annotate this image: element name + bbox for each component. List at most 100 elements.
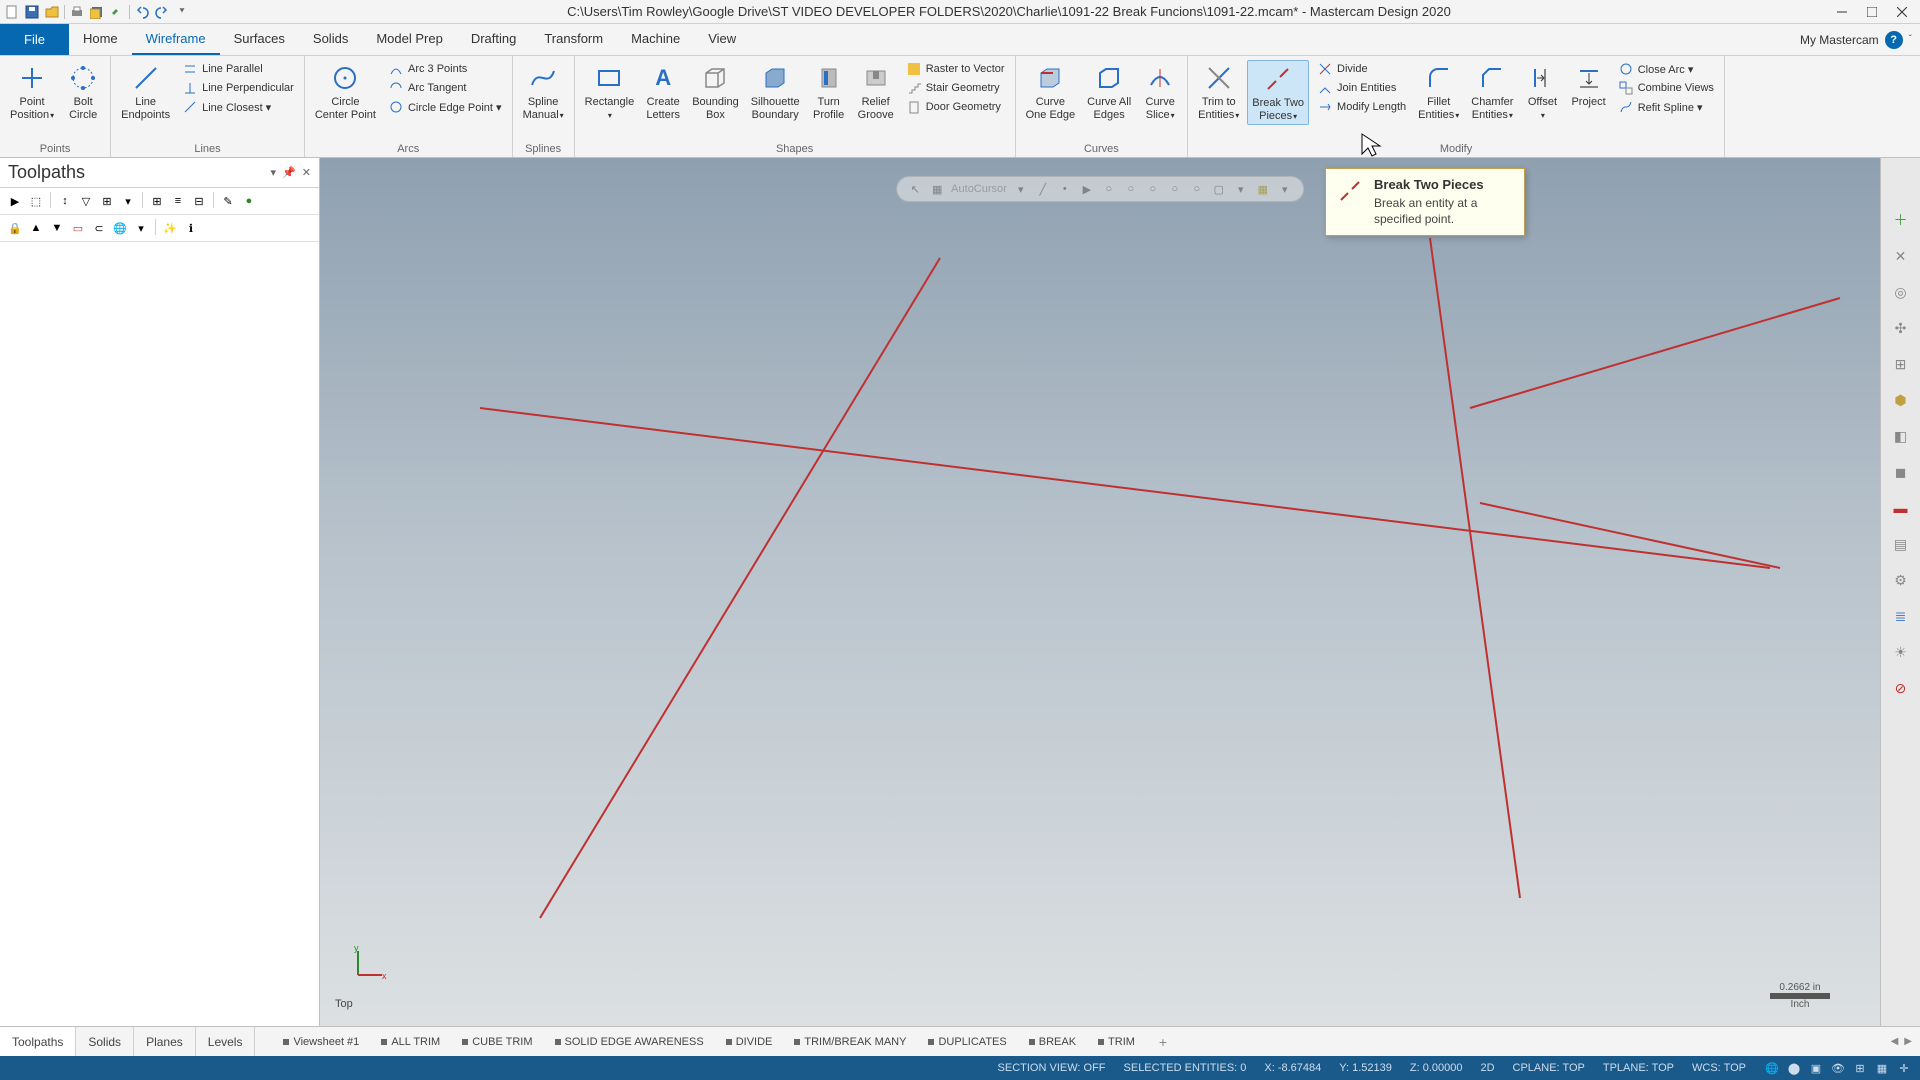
tab-transform[interactable]: Transform xyxy=(530,24,617,55)
floating-selection-bar[interactable]: ↖ ▦ AutoCursor ▾ ╱ • ▶ ○ ○ ○ ○ ○ ▢ ▾ ▦ ▾ xyxy=(896,176,1304,202)
vs-add-button[interactable]: + xyxy=(1149,1034,1177,1050)
line-endpoints-button[interactable]: LineEndpoints xyxy=(117,60,174,123)
combine-views-button[interactable]: Combine Views xyxy=(1614,79,1718,97)
tb-info-icon[interactable]: ℹ xyxy=(182,219,200,237)
tb-select-icon[interactable]: ▶ xyxy=(6,192,24,210)
vs-tab-1[interactable]: Viewsheet #1 xyxy=(275,1032,367,1052)
tb-globe-icon[interactable]: 🌐 xyxy=(111,219,129,237)
curve-one-edge-button[interactable]: CurveOne Edge xyxy=(1022,60,1080,123)
relief-groove-button[interactable]: ReliefGroove xyxy=(854,60,898,123)
fb-cube-icon[interactable]: ▦ xyxy=(929,181,945,197)
offset-button[interactable]: Offset▾ xyxy=(1521,60,1563,123)
create-letters-button[interactable]: A CreateLetters xyxy=(642,60,684,123)
arc-3-points-button[interactable]: Arc 3 Points xyxy=(384,60,506,78)
doctab-levels[interactable]: Levels xyxy=(196,1027,256,1056)
fillet-entities-button[interactable]: FilletEntities▾ xyxy=(1414,60,1463,123)
scroll-right-icon[interactable]: ▶ xyxy=(1904,1036,1912,1047)
st-sphere-icon[interactable]: ⬤ xyxy=(1786,1060,1802,1076)
fb-dd2-icon[interactable]: ▾ xyxy=(1233,181,1249,197)
st-globe-icon[interactable]: 🌐 xyxy=(1764,1060,1780,1076)
panel-pin-icon[interactable]: 📌 xyxy=(282,166,296,179)
bounding-box-button[interactable]: BoundingBox xyxy=(688,60,743,123)
save-icon[interactable] xyxy=(24,4,40,20)
rt-target-icon[interactable]: ◎ xyxy=(1889,280,1913,304)
project-button[interactable]: Project xyxy=(1567,60,1609,111)
doctab-toolpaths[interactable]: Toolpaths xyxy=(0,1027,76,1056)
fb-dd3-icon[interactable]: ▾ xyxy=(1277,181,1293,197)
rt-forbid-icon[interactable]: ⊘ xyxy=(1889,676,1913,700)
stair-geometry-button[interactable]: Stair Geometry xyxy=(902,79,1009,97)
undo-icon[interactable] xyxy=(134,4,150,20)
chamfer-entities-button[interactable]: ChamferEntities▾ xyxy=(1467,60,1517,123)
tb-list-icon[interactable]: ≡ xyxy=(169,192,187,210)
fb-line-icon[interactable]: ╱ xyxy=(1035,181,1051,197)
silhouette-boundary-button[interactable]: SilhouetteBoundary xyxy=(747,60,804,123)
qat-customize-icon[interactable]: ⯆ xyxy=(174,4,190,20)
rt-sun-icon[interactable]: ☀ xyxy=(1889,640,1913,664)
vs-tab-divide[interactable]: DIVIDE xyxy=(718,1032,781,1052)
st-layer-icon[interactable]: ▦ xyxy=(1874,1060,1890,1076)
vs-tab-trim[interactable]: TRIM xyxy=(1090,1032,1143,1052)
st-axis-icon[interactable]: ✛ xyxy=(1896,1060,1912,1076)
open-icon[interactable] xyxy=(44,4,60,20)
st-eye-icon[interactable]: 👁 xyxy=(1830,1060,1846,1076)
modify-length-button[interactable]: Modify Length xyxy=(1313,98,1410,116)
my-mastercam-link[interactable]: My Mastercam xyxy=(1800,33,1879,47)
status-mode[interactable]: 2D xyxy=(1480,1062,1494,1074)
tb-tree-icon[interactable]: ⊟ xyxy=(190,192,208,210)
point-position-button[interactable]: PointPosition▾ xyxy=(6,60,58,123)
line-perpendicular-button[interactable]: Line Perpendicular xyxy=(178,79,298,97)
fb-ptr-icon[interactable]: ▶ xyxy=(1079,181,1095,197)
panel-dropdown-icon[interactable]: ▾ xyxy=(271,166,277,179)
trim-to-entities-button[interactable]: Trim toEntities▾ xyxy=(1194,60,1243,123)
tb-up-icon[interactable]: ▲ xyxy=(27,219,45,237)
fb-dot-icon[interactable]: • xyxy=(1057,181,1073,197)
arc-tangent-button[interactable]: Arc Tangent xyxy=(384,79,506,97)
tb-dd2-icon[interactable]: ▾ xyxy=(132,219,150,237)
tb-filter-icon[interactable]: ▽ xyxy=(77,192,95,210)
tb-edit-icon[interactable]: ✎ xyxy=(219,192,237,210)
door-geometry-button[interactable]: Door Geometry xyxy=(902,98,1009,116)
rt-color-icon[interactable]: ⬢ xyxy=(1889,388,1913,412)
tb-chain-icon[interactable]: ⊂ xyxy=(90,219,108,237)
rt-plus-icon[interactable]: ＋ xyxy=(1889,208,1913,232)
status-tplane[interactable]: TPLANE: TOP xyxy=(1603,1062,1674,1074)
fb-dd-icon[interactable]: ▾ xyxy=(1013,181,1029,197)
tab-view[interactable]: View xyxy=(694,24,750,55)
tb-select-all-icon[interactable]: ⬚ xyxy=(27,192,45,210)
tb-expand-icon[interactable]: ⊞ xyxy=(98,192,116,210)
rt-red-icon[interactable]: ▬ xyxy=(1889,496,1913,520)
circle-center-point-button[interactable]: CircleCenter Point xyxy=(311,60,380,123)
st-wire-icon[interactable]: ⊞ xyxy=(1852,1060,1868,1076)
print-icon[interactable] xyxy=(69,4,85,20)
vs-tab-alltrim[interactable]: ALL TRIM xyxy=(373,1032,448,1052)
bolt-circle-button[interactable]: BoltCircle xyxy=(62,60,104,123)
divide-button[interactable]: Divide xyxy=(1313,60,1410,78)
doctab-planes[interactable]: Planes xyxy=(134,1027,196,1056)
line-closest-button[interactable]: Line Closest ▾ xyxy=(178,98,298,116)
status-cplane[interactable]: CPLANE: TOP xyxy=(1513,1062,1585,1074)
help-icon[interactable]: ? xyxy=(1885,31,1903,49)
tb-rect-icon[interactable]: ▭ xyxy=(69,219,87,237)
fb-sp2-icon[interactable]: ○ xyxy=(1123,181,1139,197)
raster-to-vector-button[interactable]: Raster to Vector xyxy=(902,60,1009,78)
tab-drafting[interactable]: Drafting xyxy=(457,24,531,55)
vs-tab-duplicates[interactable]: DUPLICATES xyxy=(920,1032,1014,1052)
minimize-button[interactable] xyxy=(1828,2,1856,22)
close-arc-button[interactable]: Close Arc ▾ xyxy=(1614,60,1718,78)
tab-machine[interactable]: Machine xyxy=(617,24,694,55)
refit-spline-button[interactable]: Refit Spline ▾ xyxy=(1614,98,1718,116)
circle-edge-point-button[interactable]: Circle Edge Point ▾ xyxy=(384,98,506,116)
tb-dd-icon[interactable]: ▾ xyxy=(119,192,137,210)
tb-run-icon[interactable]: ● xyxy=(240,192,258,210)
close-button[interactable] xyxy=(1888,2,1916,22)
fb-grid-icon[interactable]: ▦ xyxy=(1255,181,1271,197)
status-wcs[interactable]: WCS: TOP xyxy=(1692,1062,1746,1074)
file-tab[interactable]: File xyxy=(0,24,69,55)
vs-tab-break[interactable]: BREAK xyxy=(1021,1032,1084,1052)
panel-close-icon[interactable]: ✕ xyxy=(302,166,311,179)
tab-solids[interactable]: Solids xyxy=(299,24,362,55)
ribbon-collapse-icon[interactable]: ˇ xyxy=(1909,34,1912,45)
rt-layers-icon[interactable]: ≣ xyxy=(1889,604,1913,628)
new-file-icon[interactable] xyxy=(4,4,20,20)
